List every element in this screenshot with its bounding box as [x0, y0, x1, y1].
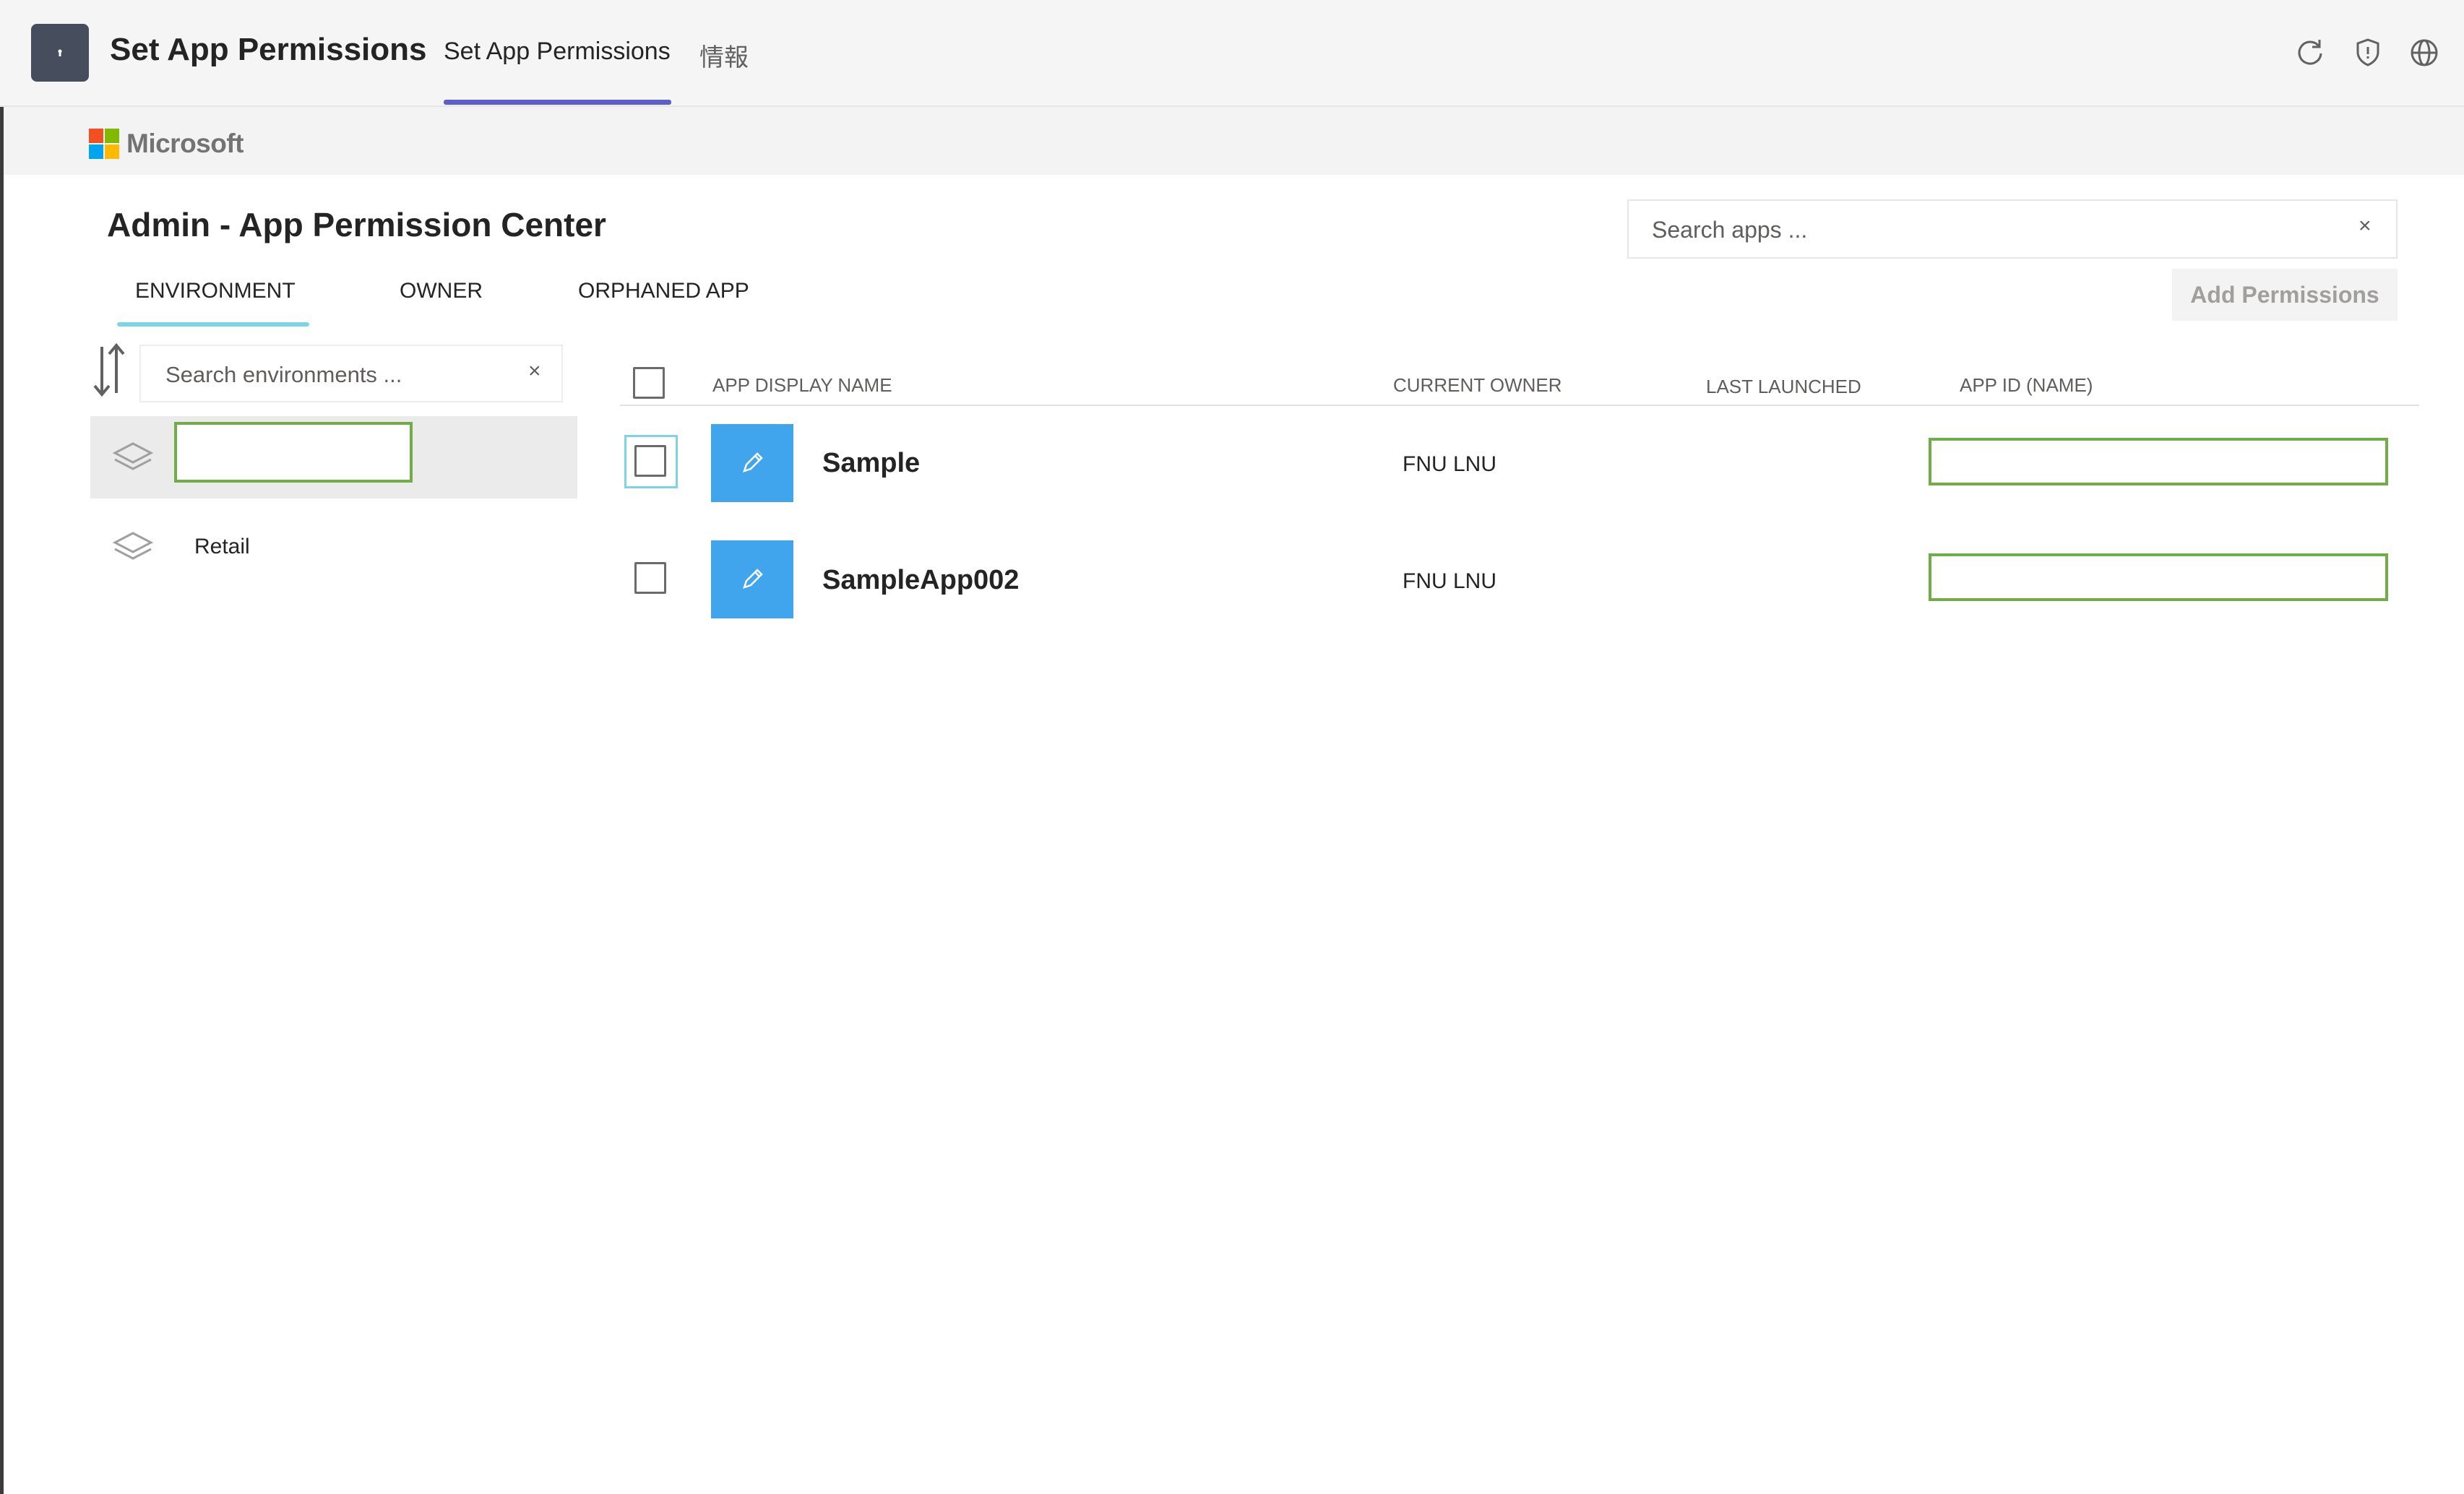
app-display-name[interactable]: SampleApp002	[822, 565, 1019, 596]
window-border	[0, 107, 4, 1494]
table-header-divider	[620, 405, 2419, 406]
page-title: Admin - App Permission Center	[107, 206, 606, 243]
column-header-last-launched[interactable]: LAST LAUNCHED	[1706, 376, 1861, 398]
app-title: Set App Permissions	[110, 32, 427, 67]
clear-search-apps-icon[interactable]: ×	[2359, 214, 2372, 238]
app-glyph-icon	[58, 49, 62, 56]
environment-label: Retail	[194, 535, 250, 558]
app-icon[interactable]	[31, 24, 89, 82]
teams-header: Set App Permissions Set App Permissions …	[0, 0, 2464, 107]
row-checkbox[interactable]	[634, 445, 666, 477]
sort-icon[interactable]	[90, 341, 128, 399]
search-apps-input[interactable]	[1650, 211, 2304, 249]
current-owner: FNU LNU	[1403, 452, 1497, 476]
environment-name-input[interactable]	[174, 422, 413, 483]
layers-icon	[112, 442, 154, 470]
select-all-checkbox[interactable]	[633, 367, 665, 399]
tab-set-app-permissions[interactable]: Set App Permissions	[444, 38, 671, 66]
search-environments-box: ×	[139, 345, 563, 402]
active-tab-indicator	[444, 100, 671, 105]
clear-search-environments-icon[interactable]: ×	[528, 359, 541, 384]
microsoft-logo-icon	[89, 129, 119, 159]
active-filter-tab-indicator	[117, 322, 309, 327]
refresh-icon[interactable]	[2293, 36, 2327, 69]
app-display-name[interactable]: Sample	[822, 448, 920, 479]
current-owner: FNU LNU	[1403, 569, 1497, 593]
column-header-current-owner[interactable]: CURRENT OWNER	[1393, 374, 1562, 397]
app-tile[interactable]	[711, 540, 793, 618]
shield-icon[interactable]	[2351, 36, 2385, 69]
column-header-app-id[interactable]: APP ID (NAME)	[1960, 374, 2093, 397]
tab-environment[interactable]: ENVIRONMENT	[135, 279, 296, 303]
microsoft-logo: Microsoft	[89, 129, 244, 159]
brand-name: Microsoft	[126, 129, 244, 158]
tab-owner[interactable]: OWNER	[400, 279, 483, 303]
app-id-input[interactable]	[1929, 438, 2388, 485]
column-header-app-display-name[interactable]: APP DISPLAY NAME	[712, 374, 892, 397]
brand-bar: Microsoft	[4, 107, 2464, 175]
row-checkbox[interactable]	[634, 562, 666, 594]
search-apps-box: ×	[1627, 199, 2398, 259]
app-tile[interactable]	[711, 424, 793, 502]
tab-info[interactable]: 情報	[699, 38, 749, 73]
pencil-icon	[743, 452, 763, 472]
tab-orphaned-app[interactable]: ORPHANED APP	[578, 279, 749, 303]
app-id-input[interactable]	[1929, 553, 2388, 601]
pencil-icon	[743, 569, 763, 589]
layers-icon	[112, 532, 154, 560]
environment-item-retail[interactable]: Retail	[90, 506, 577, 588]
globe-icon[interactable]	[2408, 36, 2441, 69]
search-environments-input[interactable]	[164, 356, 507, 394]
add-permissions-button[interactable]: Add Permissions	[2172, 269, 2398, 321]
environment-item-selected[interactable]	[90, 416, 577, 498]
